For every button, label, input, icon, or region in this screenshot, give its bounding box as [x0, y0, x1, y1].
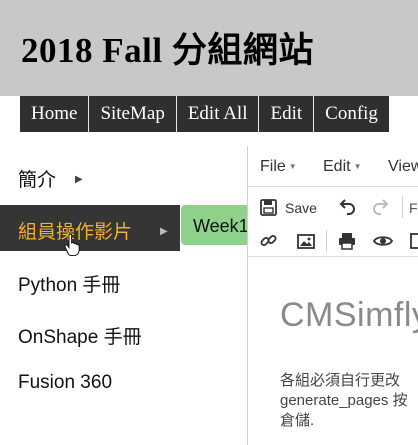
image-icon[interactable] — [295, 230, 317, 252]
toolbar-separator — [402, 196, 403, 218]
editor-toolbar-row2 — [248, 226, 418, 257]
print-icon[interactable] — [336, 230, 358, 252]
rich-text-editor: File ▼ Edit ▼ View Save F CMSimfly 各組必須自… — [247, 146, 418, 445]
sidebar-item-label: OnShape 手冊 — [18, 327, 142, 348]
top-navigation: Home SiteMap Edit All Edit Config — [20, 96, 389, 132]
sidebar-item-intro[interactable]: 簡介 ▶ — [0, 153, 180, 199]
site-title: 2018 Fall 分組網站 — [21, 31, 314, 70]
sidebar-item-onshape-manual[interactable]: OnShape 手冊 — [0, 310, 180, 356]
sidebar-item-python-manual[interactable]: Python 手冊 — [0, 258, 180, 304]
content-line: generate_pages 按 — [280, 392, 408, 409]
nav-home[interactable]: Home — [20, 96, 90, 132]
sidebar-item-label: Fusion 360 — [18, 372, 113, 393]
menu-file[interactable]: File ▼ — [260, 158, 297, 176]
nav-config[interactable]: Config — [314, 96, 389, 132]
content-body[interactable]: 各組必須自行更改 generate_pages 按 倉儲. — [280, 371, 418, 431]
save-icon[interactable] — [258, 196, 280, 218]
content-line: 倉儲. — [280, 412, 315, 429]
undo-icon[interactable] — [336, 196, 358, 218]
caret-down-icon: ▼ — [353, 162, 362, 172]
site-header: 2018 Fall 分組網站 — [0, 0, 418, 96]
editor-menubar: File ▼ Edit ▼ View — [248, 146, 418, 187]
link-icon[interactable] — [258, 230, 280, 252]
editor-toolbar-row1: Save F — [248, 192, 418, 222]
menu-view[interactable]: View — [388, 158, 418, 176]
nav-edit-all[interactable]: Edit All — [177, 96, 260, 132]
chevron-right-icon: ▶ — [160, 226, 168, 237]
sidebar-item-member-videos[interactable]: 組員操作影片 ▶ — [0, 205, 180, 251]
sidebar-item-fusion-360[interactable]: Fusion 360 — [0, 360, 180, 406]
submenu-item-label: Week1 — [193, 216, 249, 236]
nav-edit[interactable]: Edit — [259, 96, 315, 132]
nav-sitemap[interactable]: SiteMap — [89, 96, 177, 132]
content-title: CMSimfly — [280, 296, 418, 334]
hand-cursor-icon — [64, 233, 80, 261]
preview-eye-icon[interactable] — [372, 230, 394, 252]
content-line: 各組必須自行更改 — [280, 372, 401, 389]
redo-icon[interactable] — [370, 196, 392, 218]
source-code-icon[interactable] — [408, 230, 418, 252]
toolbar-format-fragment[interactable]: F — [409, 200, 418, 216]
save-button[interactable]: Save — [285, 200, 317, 216]
toolbar-separator — [326, 230, 327, 252]
caret-down-icon: ▼ — [288, 162, 297, 172]
sidebar-item-label: Python 手冊 — [18, 275, 121, 296]
sidebar-item-label: 簡介 — [18, 170, 57, 191]
chevron-right-icon: ▶ — [75, 174, 83, 185]
menu-edit[interactable]: Edit ▼ — [323, 158, 362, 176]
